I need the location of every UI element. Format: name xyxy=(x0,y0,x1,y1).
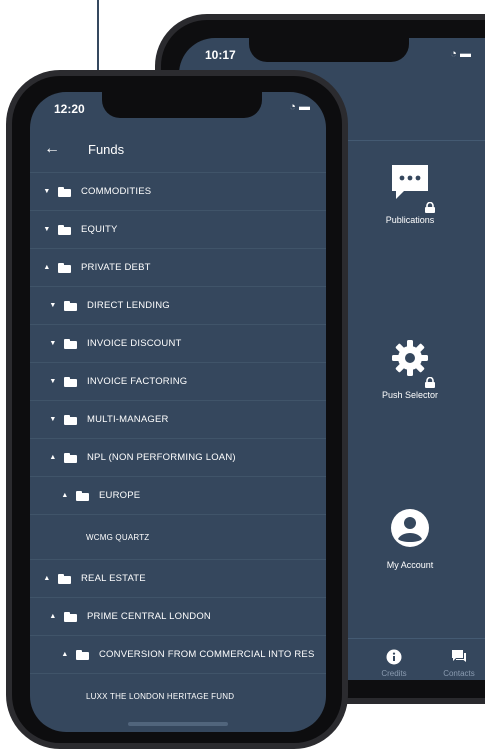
wifi-icon: ◔ xyxy=(450,48,457,60)
funds-list: ▼ COMMODITIES ▼ EQUITY ▲ PRIVATE DEBT ▼ … xyxy=(30,172,326,718)
list-item-label: NPL (NON PERFORMING LOAN) xyxy=(87,452,236,463)
lock-icon xyxy=(425,202,435,213)
list-item[interactable]: ▼ INVOICE FACTORING xyxy=(30,362,326,400)
list-item[interactable]: ▲ CONVERSION FROM COMMERCIAL INTO RES xyxy=(30,635,326,673)
my-account-label: My Account xyxy=(386,560,434,570)
list-item-label: REAL ESTATE xyxy=(81,573,146,584)
battery-icon: ▬ xyxy=(460,48,471,60)
folder-icon xyxy=(58,186,71,197)
caret-icon: ▲ xyxy=(49,613,57,620)
notch xyxy=(102,92,262,118)
home-indicator xyxy=(128,722,228,726)
folder-icon xyxy=(64,414,77,425)
list-item[interactable]: ▼ MULTI-MANAGER xyxy=(30,400,326,438)
caret-icon: ▼ xyxy=(49,302,57,309)
list-item-label: LUXX THE LONDON HERITAGE FUND xyxy=(86,691,235,701)
tab-credits-label: Credits xyxy=(381,669,407,678)
front-phone-screen: 12:20 ◔ ▬ ← Funds ▼ COMMODITIES ▼ EQUITY… xyxy=(30,92,326,732)
caret-icon: ▲ xyxy=(49,454,57,461)
list-item-label: WCMG QUARTZ xyxy=(86,532,150,542)
list-item-label: MULTI-MANAGER xyxy=(87,414,169,425)
list-item[interactable]: LUXX THE LONDON HERITAGE FUND xyxy=(30,673,326,718)
list-item-label: INVOICE DISCOUNT xyxy=(87,338,182,349)
caret-icon: ▲ xyxy=(61,651,69,658)
list-item[interactable]: ▲ PRIME CENTRAL LONDON xyxy=(30,597,326,635)
chat-icon xyxy=(452,650,466,662)
info-icon xyxy=(386,649,402,665)
folder-icon xyxy=(58,224,71,235)
chat-bubble-icon xyxy=(388,163,435,213)
page-title: Funds xyxy=(88,142,125,157)
list-item-label: DIRECT LENDING xyxy=(87,300,170,311)
list-item-label: PRIME CENTRAL LONDON xyxy=(87,611,211,622)
push-selector-label: Push Selector xyxy=(381,390,439,400)
folder-icon xyxy=(64,611,77,622)
folder-icon xyxy=(76,490,89,501)
tab-credits[interactable]: Credits xyxy=(369,649,419,678)
list-item[interactable]: ▼ DIRECT LENDING xyxy=(30,286,326,324)
status-time: 12:20 xyxy=(54,102,85,116)
list-item[interactable]: ▼ COMMODITIES xyxy=(30,172,326,210)
folder-icon xyxy=(64,376,77,387)
folder-icon xyxy=(64,300,77,311)
list-item[interactable]: ▼ EQUITY xyxy=(30,210,326,248)
pointer-line xyxy=(97,0,99,72)
publications-label: Publications xyxy=(385,215,435,225)
back-status-time: 10:17 xyxy=(205,48,236,62)
wifi-icon: ◔ xyxy=(289,101,296,113)
back-status-icons: ◔ ▬ xyxy=(450,48,471,60)
caret-icon: ▲ xyxy=(43,264,51,271)
list-item[interactable]: ▲ REAL ESTATE xyxy=(30,559,326,597)
caret-icon: ▼ xyxy=(49,378,57,385)
caret-icon: ▼ xyxy=(43,188,51,195)
list-item[interactable]: ▲ NPL (NON PERFORMING LOAN) xyxy=(30,438,326,476)
app-header: ← Funds xyxy=(30,132,326,170)
list-item[interactable]: ▲ EUROPE xyxy=(30,476,326,514)
list-item-label: EUROPE xyxy=(99,490,141,501)
caret-icon: ▼ xyxy=(49,416,57,423)
caret-icon: ▼ xyxy=(49,340,57,347)
caret-icon: ▲ xyxy=(43,575,51,582)
list-item[interactable]: WCMG QUARTZ xyxy=(30,514,326,559)
my-account-tile[interactable]: My Account xyxy=(365,508,455,570)
status-icons: ◔ ▬ xyxy=(289,101,310,113)
front-phone: 12:20 ◔ ▬ ← Funds ▼ COMMODITIES ▼ EQUITY… xyxy=(6,70,348,749)
publications-tile[interactable]: Publications xyxy=(365,163,455,225)
back-notch xyxy=(249,38,409,62)
push-selector-tile[interactable]: Push Selector xyxy=(365,338,455,400)
list-item[interactable]: ▲ PRIVATE DEBT xyxy=(30,248,326,286)
list-item-label: PRIVATE DEBT xyxy=(81,262,151,273)
account-icon xyxy=(388,508,432,552)
folder-icon xyxy=(58,262,71,273)
tab-contacts[interactable]: Contacts xyxy=(434,649,484,678)
folder-icon xyxy=(76,649,89,660)
list-item-label: EQUITY xyxy=(81,224,118,235)
back-arrow-icon[interactable]: ← xyxy=(44,140,60,158)
folder-icon xyxy=(64,452,77,463)
folder-icon xyxy=(58,573,71,584)
list-item[interactable]: ▼ INVOICE DISCOUNT xyxy=(30,324,326,362)
gear-icon xyxy=(388,338,435,388)
battery-icon: ▬ xyxy=(299,101,310,113)
tab-contacts-label: Contacts xyxy=(443,669,475,678)
list-item-label: CONVERSION FROM COMMERCIAL INTO RES xyxy=(99,649,315,660)
list-item-label: INVOICE FACTORING xyxy=(87,376,188,387)
list-item-label: COMMODITIES xyxy=(81,186,152,197)
caret-icon: ▲ xyxy=(61,492,69,499)
caret-icon: ▼ xyxy=(43,226,51,233)
lock-icon xyxy=(425,377,435,388)
folder-icon xyxy=(64,338,77,349)
